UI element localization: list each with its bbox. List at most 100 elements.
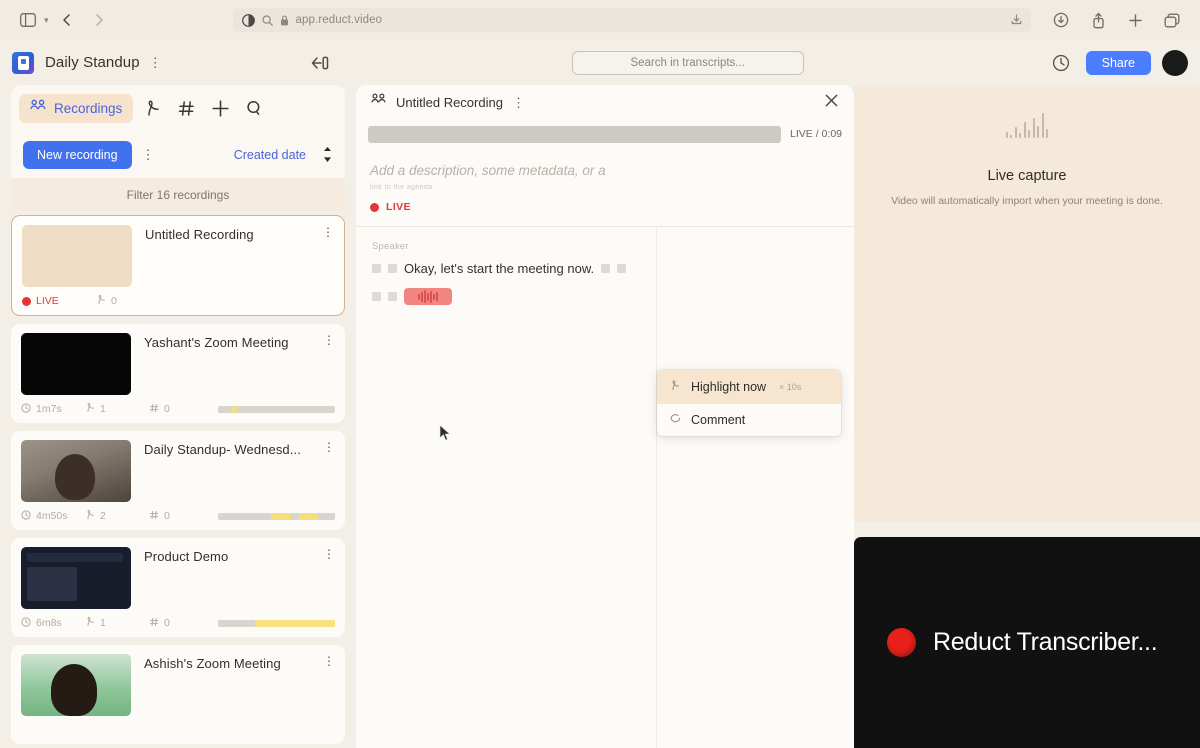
duration-value: 1m7s [21, 402, 81, 416]
recording-thumbnail [21, 440, 131, 502]
description-subtext: link to the agenda [370, 184, 433, 191]
downloads-icon[interactable] [1047, 7, 1075, 33]
highlight-pen-icon [85, 616, 95, 630]
sidebar: Recordings New recording ⋮ Created date … [11, 85, 345, 748]
recording-thumbnail [21, 547, 131, 609]
timeline-track[interactable] [368, 125, 782, 143]
recording-menu-button[interactable]: ⋮ [319, 654, 335, 716]
close-icon[interactable] [824, 93, 839, 112]
transcript-line[interactable]: Okay, let's start the meeting now. [372, 261, 838, 276]
detail-menu-button[interactable]: ⋮ [512, 96, 525, 109]
description-field[interactable]: Add a description, some metadata, or a l… [356, 149, 854, 191]
list-item[interactable]: Yashant's Zoom Meeting ⋮ 1m7s 1 0 [11, 324, 345, 423]
chevron-down-icon[interactable]: ▾ [44, 15, 49, 26]
sidebar-toggle-icon[interactable] [14, 7, 42, 33]
sidebar-tabs: Recordings [11, 85, 345, 131]
list-item-top: Daily Standup- Wednesd... ⋮ [21, 440, 335, 502]
search-placeholder: Search in transcripts... [630, 56, 745, 69]
status-badge: LIVE [22, 295, 92, 307]
refresh-icon[interactable] [1010, 13, 1023, 31]
sidebar-toolbar: New recording ⋮ Created date [11, 131, 345, 178]
transcript-area[interactable]: Speaker Okay, let's start the meeting no… [356, 227, 854, 748]
live-capture-title: Live capture [987, 168, 1067, 184]
timestamp-block [372, 292, 381, 301]
context-menu[interactable]: Highlight now × 10s Comment [657, 370, 841, 436]
recordings-list[interactable]: Untitled Recording ⋮ LIVE 0 Yashant's Zo… [11, 211, 345, 748]
filter-label: Filter 16 recordings [126, 187, 230, 202]
sort-selector[interactable]: Created date [234, 148, 306, 162]
list-item[interactable]: Untitled Recording ⋮ LIVE 0 [11, 215, 345, 316]
progress-bar [218, 619, 335, 627]
recording-indicator [370, 202, 379, 212]
recording-menu-button[interactable]: ⋮ [319, 440, 335, 502]
transcript-line[interactable] [372, 288, 838, 305]
video-preview[interactable]: Reduct Transcriber... [854, 537, 1200, 748]
list-item-top: Untitled Recording ⋮ [22, 225, 334, 287]
search-icon[interactable] [239, 93, 269, 123]
list-item[interactable]: Daily Standup- Wednesd... ⋮ 4m50s 2 0 [11, 431, 345, 530]
new-recording-button[interactable]: New recording [23, 140, 132, 169]
menu-item-comment[interactable]: Comment [657, 404, 841, 436]
highlight-pen-icon [96, 294, 106, 308]
highlight-pen-icon [85, 402, 95, 416]
progress-bar [218, 512, 335, 520]
timestamp-block [388, 292, 397, 301]
history-clock-icon[interactable] [1047, 50, 1075, 76]
highlights-count: 1 [85, 402, 145, 416]
highlights-count: 2 [85, 509, 145, 523]
highlights-count: 1 [85, 616, 145, 630]
collapse-panel-icon[interactable] [310, 55, 329, 71]
timestamp-block [372, 264, 381, 273]
filter-bar[interactable]: Filter 16 recordings [11, 178, 345, 211]
recording-menu-button[interactable]: ⋮ [318, 225, 334, 287]
sort-arrows-icon[interactable] [322, 146, 333, 163]
list-item[interactable]: Product Demo ⋮ 6m8s 1 0 [11, 538, 345, 637]
browser-nav-group: ▾ [14, 7, 113, 33]
live-capture-subtitle: Video will automatically import when you… [891, 195, 1163, 207]
highlight-pen-icon [85, 509, 95, 523]
share-icon[interactable] [1084, 7, 1112, 33]
lock-icon [280, 15, 289, 26]
list-item[interactable]: Ashish's Zoom Meeting ⋮ [11, 645, 345, 744]
recordings-icon [30, 99, 47, 118]
highlight-pen-icon [670, 379, 680, 394]
tags-count: 0 [149, 617, 209, 630]
transcript-divider [656, 227, 657, 748]
search-input[interactable]: Search in transcripts... [571, 50, 804, 75]
reader-mode-icon[interactable] [241, 13, 255, 27]
hash-tag-icon[interactable] [171, 93, 201, 123]
recording-menu-button[interactable]: ⋮ [319, 333, 335, 395]
avatar[interactable] [1162, 49, 1188, 76]
browser-actions-group [1047, 7, 1186, 33]
plus-icon[interactable] [205, 93, 235, 123]
highlight-pen-icon[interactable] [137, 93, 167, 123]
project-menu-button[interactable]: ⋮ [149, 56, 162, 69]
redacted-text-chip[interactable] [404, 288, 452, 305]
back-arrow-icon[interactable] [53, 7, 81, 33]
recording-meta: 1m7s 1 0 [21, 395, 335, 423]
highlights-value: 1 [100, 617, 106, 629]
app-logo [12, 51, 34, 74]
recording-thumbnail [22, 225, 132, 287]
duration-label: 4m50s [36, 510, 68, 522]
url-text: app.reduct.video [295, 14, 383, 26]
menu-item-highlight-now[interactable]: Highlight now × 10s [657, 370, 841, 403]
app-header: Daily Standup ⋮ Search in transcripts...… [0, 40, 1200, 85]
plus-icon[interactable] [1121, 7, 1149, 33]
duration-label: 6m8s [36, 617, 62, 629]
tab-overview-icon[interactable] [1158, 7, 1186, 33]
tab-recordings[interactable]: Recordings [19, 93, 134, 123]
recording-menu-button[interactable]: ⋮ [319, 547, 335, 609]
timeline[interactable]: LIVE / 0:09 [356, 119, 854, 149]
live-capture-panel: Live capture Video will automatically im… [854, 85, 1200, 748]
live-badge: LIVE [386, 201, 411, 213]
search-icon [261, 14, 273, 26]
forward-arrow-icon[interactable] [85, 7, 113, 33]
header-actions: Share [1047, 49, 1188, 76]
clock-icon [21, 616, 31, 630]
address-bar[interactable]: app.reduct.video [232, 8, 1031, 32]
sidebar-overflow-menu[interactable]: ⋮ [142, 148, 155, 161]
share-button[interactable]: Share [1085, 50, 1151, 75]
hash-tag-icon [149, 617, 159, 630]
clock-icon [21, 509, 31, 523]
